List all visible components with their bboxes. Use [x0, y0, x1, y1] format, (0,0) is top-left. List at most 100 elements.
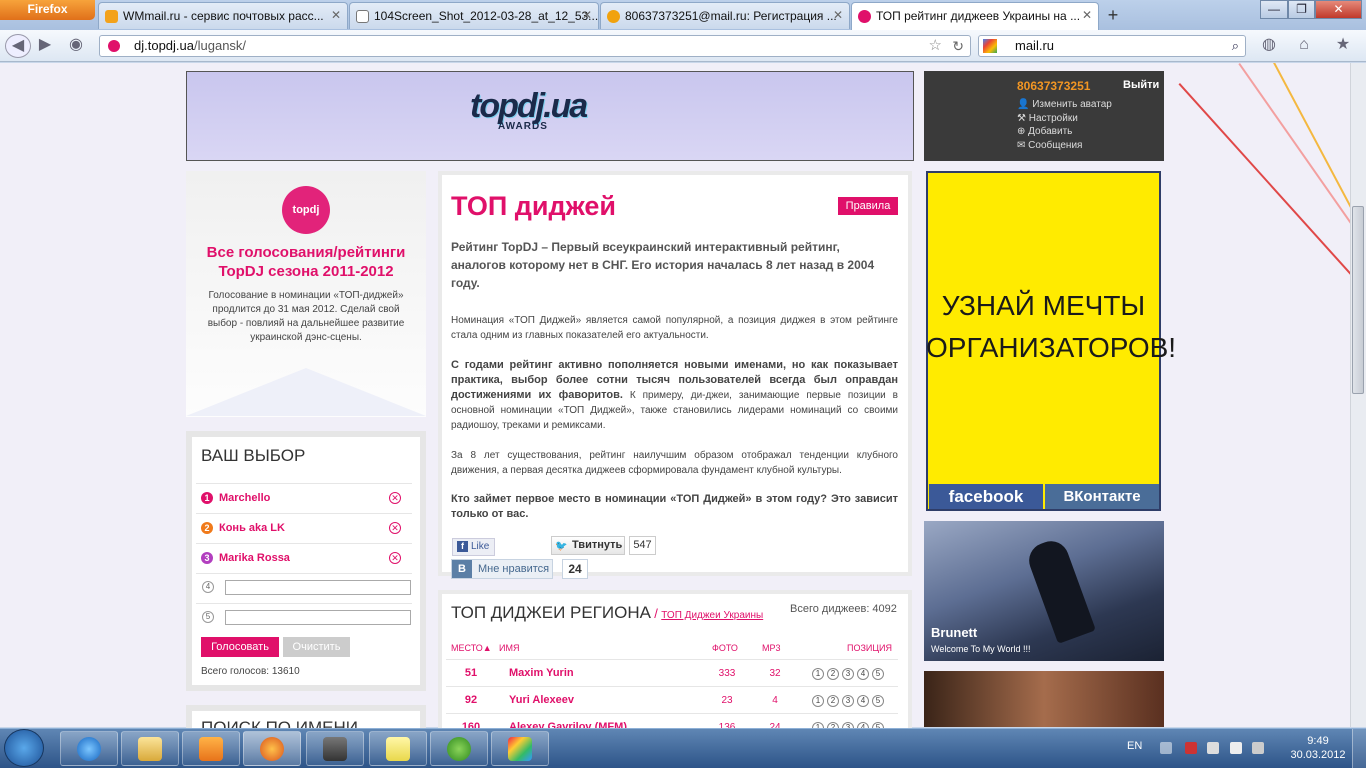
featured-photo-2[interactable] [924, 671, 1164, 727]
ad-line: ОРГАНИЗАТОРОВ! [926, 332, 1177, 363]
column-header-mp3[interactable]: mp3 [762, 643, 781, 653]
topdj-logo-badge[interactable]: topdj [282, 186, 330, 234]
column-header-position: позиция [847, 643, 892, 653]
position-mark[interactable]: 1 [812, 695, 824, 707]
row-dj-name[interactable]: Yuri Alexeev [509, 694, 574, 706]
search-icon[interactable]: ⌕ [1232, 36, 1239, 56]
remove-icon[interactable]: ✕ [389, 522, 401, 534]
position-mark[interactable]: 4 [857, 695, 869, 707]
tab-mailru[interactable]: 80637373251@mail.ru: Регистрация ... ✕ [600, 2, 850, 29]
taskbar-utorrent[interactable] [430, 731, 488, 766]
taskbar-explorer[interactable] [121, 731, 179, 766]
vote-slot-input[interactable] [225, 580, 411, 595]
user-icon: 👤 [1017, 99, 1033, 110]
promo-arrow [186, 368, 426, 416]
search-bar[interactable]: mail.ru ⌕ [978, 35, 1246, 57]
position-mark[interactable]: 2 [827, 695, 839, 707]
tray-app-icon[interactable] [1207, 742, 1219, 754]
article-paragraph: За 8 лет существования, рейтинг наилучши… [451, 450, 898, 476]
promo-description: Голосование в номинации «ТОП-диджей» про… [207, 290, 405, 343]
decor-line [1268, 63, 1350, 284]
vk-like-button[interactable]: Мне нравится [451, 559, 553, 579]
position-mark[interactable]: 1 [812, 668, 824, 680]
ad-vk-button[interactable]: ВКонтакте [1045, 484, 1159, 509]
show-hidden-icons-icon[interactable] [1160, 742, 1172, 754]
remove-icon[interactable]: ✕ [389, 492, 401, 504]
taskbar-world-of-tanks[interactable] [306, 731, 364, 766]
column-header-place[interactable]: место▲ [451, 643, 492, 653]
close-tab-icon[interactable]: ✕ [1082, 8, 1092, 22]
page-info-icon[interactable]: ◉ [65, 34, 87, 56]
tab-screenshot[interactable]: 104Screen_Shot_2012-03-28_at_12_53... ✕ [349, 2, 599, 29]
position-mark[interactable]: 2 [827, 668, 839, 680]
language-indicator[interactable]: EN [1127, 740, 1142, 752]
show-desktop-button[interactable] [1352, 729, 1366, 768]
wmmail-favicon-icon [105, 10, 118, 23]
taskbar-paint[interactable] [491, 731, 549, 766]
row-foto-count: 333 [718, 668, 736, 679]
scrollbar-thumb[interactable] [1352, 206, 1364, 394]
featured-dj-name[interactable]: Brunett [931, 625, 977, 640]
vote-slot-input[interactable] [225, 610, 411, 625]
volume-icon[interactable] [1252, 742, 1264, 754]
taskbar-sticky-notes[interactable] [369, 731, 427, 766]
vote-dj-name[interactable]: Marika Rossa [219, 552, 290, 564]
user-menu-messages[interactable]: ✉ Сообщения [1017, 140, 1082, 151]
reload-icon[interactable]: ↻ [952, 36, 964, 56]
column-header-foto[interactable]: фото [712, 643, 738, 653]
rules-button[interactable]: Правила [838, 197, 898, 215]
remove-icon[interactable]: ✕ [389, 552, 401, 564]
start-button-windows-icon[interactable] [4, 729, 44, 767]
column-header-name[interactable]: имя [499, 643, 519, 653]
close-tab-icon[interactable]: ✕ [331, 8, 341, 22]
clock[interactable]: 9:49 30.03.2012 [1288, 734, 1348, 762]
close-tab-icon[interactable]: ✕ [582, 8, 592, 22]
position-mark[interactable]: 5 [872, 695, 884, 707]
user-menu-change-avatar[interactable]: 👤 Изменить аватар [1017, 99, 1112, 110]
taskbar-ie[interactable] [60, 731, 118, 766]
close-window-button[interactable]: ✕ [1315, 0, 1362, 19]
position-mark[interactable]: 3 [842, 668, 854, 680]
extension-icon[interactable]: ◍ [1258, 34, 1280, 56]
position-mark[interactable]: 4 [857, 668, 869, 680]
forward-arrow-icon[interactable]: ▶ [34, 34, 56, 56]
taskbar-media-player[interactable] [182, 731, 240, 766]
paint-icon [508, 737, 532, 761]
facebook-like-button[interactable]: Like [452, 538, 495, 556]
tweet-button[interactable]: Твитнуть [551, 536, 625, 555]
vote-button[interactable]: Голосовать [201, 637, 279, 657]
close-tab-icon[interactable]: ✕ [833, 8, 843, 22]
user-login[interactable]: 80637373251 [1017, 79, 1090, 93]
minimize-button[interactable]: — [1260, 0, 1288, 19]
firefox-menu-button[interactable]: Firefox [0, 0, 95, 20]
rank-number-badge: 2 [201, 522, 213, 534]
logout-link[interactable]: Выйти [1123, 79, 1159, 91]
taskbar-firefox[interactable] [243, 731, 301, 766]
bookmark-star-icon[interactable]: ☆ [929, 36, 942, 56]
vertical-scrollbar[interactable] [1350, 63, 1366, 727]
tab-wmmail[interactable]: WMmail.ru - сервис почтовых расс... ✕ [98, 2, 348, 29]
vote-title: ВАШ ВЫБОР [201, 446, 306, 465]
tab-topdj[interactable]: ТОП рейтинг диджеев Украины на ... ✕ [851, 2, 1099, 30]
row-dj-name[interactable]: Maxim Yurin [509, 667, 574, 679]
home-icon[interactable]: ⌂ [1293, 34, 1315, 56]
region-link[interactable]: ТОП Диджеи Украины [661, 610, 763, 621]
clear-button[interactable]: Очистить [283, 637, 350, 657]
position-mark[interactable]: 5 [872, 668, 884, 680]
vote-dj-name[interactable]: Конь aka LK [219, 522, 285, 534]
user-menu-add[interactable]: ⊕ Добавить [1017, 126, 1072, 137]
bookmarks-menu-icon[interactable]: ★ [1328, 34, 1358, 56]
vote-dj-name[interactable]: Marchello [219, 492, 270, 504]
address-bar[interactable]: dj.topdj.ua/lugansk/ ☆ ↻ [99, 35, 971, 57]
promo-title-link[interactable]: Все голосования/рейтинги TopDJ сезона 20… [196, 243, 416, 281]
back-arrow-icon[interactable]: ◀ [5, 34, 31, 58]
topdj-favicon-icon [858, 10, 871, 23]
network-icon[interactable] [1230, 742, 1242, 754]
tray-app-icon[interactable] [1185, 742, 1197, 754]
new-tab-button[interactable]: + [1100, 4, 1126, 28]
maximize-button[interactable]: ❐ [1288, 0, 1315, 19]
world-of-tanks-icon [323, 737, 347, 761]
ad-facebook-button[interactable]: facebook [929, 484, 1043, 509]
user-menu-settings[interactable]: ⚒ Настройки [1017, 113, 1078, 124]
position-mark[interactable]: 3 [842, 695, 854, 707]
